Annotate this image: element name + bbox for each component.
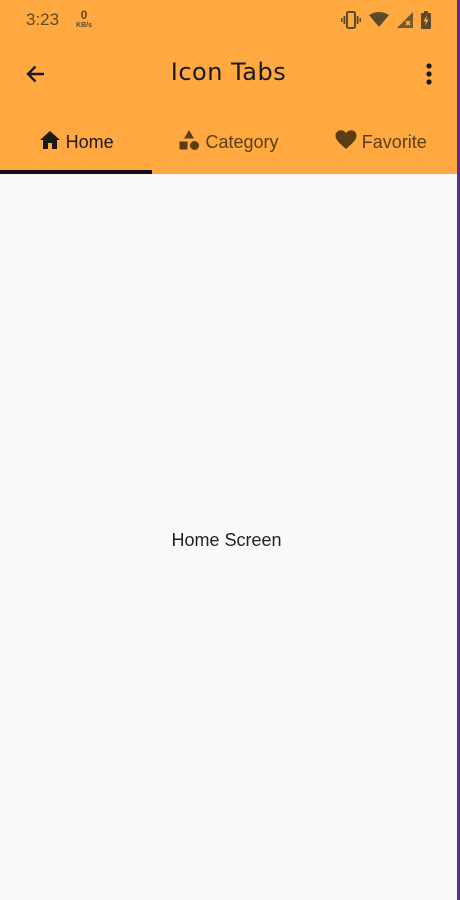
wifi-icon <box>369 12 389 28</box>
heart-icon <box>335 129 357 155</box>
vibrate-icon <box>341 11 361 29</box>
status-time: 3:23 <box>26 10 60 29</box>
home-icon <box>39 130 61 155</box>
screen-text: Home Screen <box>171 530 282 550</box>
tab-content: Home Screen <box>0 174 457 900</box>
device-screen: 3:23 0 KB/s Icon Tabs Home Category Favo… <box>0 0 460 900</box>
status-icons <box>341 10 431 30</box>
tab-bar: Home Category Favorite <box>0 110 457 174</box>
category-icon <box>178 129 200 156</box>
network-speed-unit: KB/s <box>76 22 92 29</box>
more-options-button[interactable] <box>411 54 447 98</box>
battery-icon <box>421 11 431 29</box>
status-bar: 3:23 0 KB/s <box>0 0 457 40</box>
network-speed: 0 KB/s <box>73 9 95 29</box>
tab-favorite-label: Favorite <box>361 131 427 152</box>
signal-icon <box>397 12 413 28</box>
more-vert-icon <box>425 62 433 91</box>
network-speed-value: 0 <box>80 8 88 22</box>
tab-category[interactable]: Category <box>152 110 304 174</box>
page-title: Icon Tabs <box>170 58 287 86</box>
tab-home-label: Home <box>65 131 114 152</box>
tab-home[interactable]: Home <box>0 110 153 174</box>
app-bar: Icon Tabs <box>0 40 457 110</box>
tab-favorite[interactable]: Favorite <box>305 110 457 174</box>
tab-category-label: Category <box>205 131 279 152</box>
